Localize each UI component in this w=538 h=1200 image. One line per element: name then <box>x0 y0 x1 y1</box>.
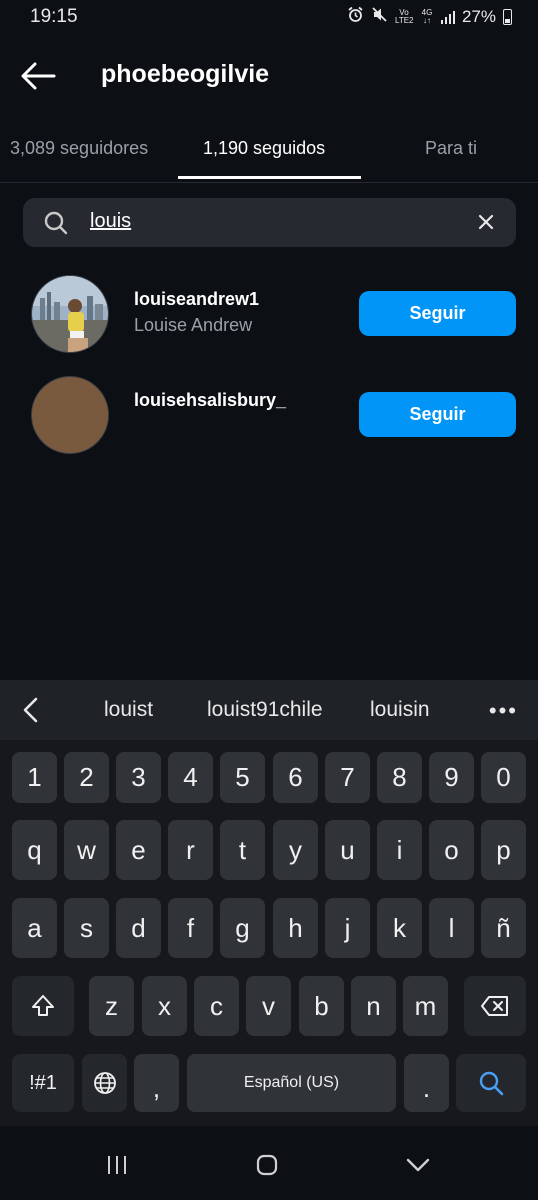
key[interactable]: u <box>325 820 370 880</box>
search-icon <box>44 211 68 235</box>
key[interactable]: g <box>220 898 265 958</box>
page-title: phoebeogilvie <box>101 60 270 88</box>
header: phoebeogilvie <box>0 48 538 104</box>
status-time: 19:15 <box>30 6 78 27</box>
list-item[interactable]: louisehsalisbury_ Seguir <box>0 376 538 460</box>
list-item[interactable]: louiseandrew1 Louise Andrew Seguir <box>0 275 538 359</box>
shift-key[interactable] <box>12 976 74 1036</box>
backspace-icon <box>481 996 508 1016</box>
key[interactable]: 6 <box>273 752 318 803</box>
back-button[interactable] <box>18 58 58 94</box>
key[interactable]: v <box>246 976 291 1036</box>
key[interactable]: s <box>64 898 109 958</box>
key[interactable]: 4 <box>168 752 213 803</box>
back-arrow-icon <box>21 62 56 90</box>
key[interactable]: 9 <box>429 752 474 803</box>
suggestion-word[interactable]: louist91chile <box>207 698 323 722</box>
tab-following[interactable]: 1,190 seguidos <box>203 138 325 159</box>
volte-icon: Vo LTE2 <box>394 8 414 25</box>
key[interactable]: h <box>273 898 318 958</box>
battery-icon <box>503 9 512 25</box>
search-icon <box>479 1071 504 1096</box>
status-bar: 19:15 Vo LTE2 4G ↓↑ 27% <box>0 0 538 36</box>
network-type: 4G ↓↑ <box>421 8 433 25</box>
key[interactable]: w <box>64 820 109 880</box>
globe-icon <box>93 1072 116 1094</box>
key[interactable]: 5 <box>220 752 265 803</box>
result-username[interactable]: louiseandrew1 <box>134 289 259 310</box>
shift-icon <box>32 995 54 1016</box>
key[interactable]: n <box>351 976 396 1036</box>
chevron-down-icon <box>406 1158 430 1172</box>
tab-followers[interactable]: 3,089 seguidores <box>10 138 148 159</box>
avatar[interactable] <box>31 275 109 353</box>
search-query[interactable]: louis <box>90 210 131 233</box>
key[interactable]: c <box>194 976 239 1036</box>
keyboard-suggestion-bar: louist louist91chile louisin ••• <box>0 680 538 740</box>
suggestion-word[interactable]: louist <box>104 698 153 722</box>
key[interactable]: b <box>299 976 344 1036</box>
key[interactable]: 3 <box>116 752 161 803</box>
home-button[interactable] <box>247 1152 287 1178</box>
keyboard: 1 2 3 4 5 6 7 8 9 0 q w e r t y u i o p … <box>0 740 538 1126</box>
back-nav-button[interactable] <box>398 1152 438 1178</box>
active-tab-indicator <box>178 176 361 179</box>
chevron-left-icon[interactable] <box>18 696 44 724</box>
symbols-key[interactable]: !#1 <box>12 1054 74 1112</box>
home-icon <box>256 1154 278 1176</box>
follow-button[interactable]: Seguir <box>359 392 516 437</box>
more-options-icon[interactable]: ••• <box>489 698 518 724</box>
avatar[interactable] <box>31 376 109 454</box>
key[interactable]: i <box>377 820 422 880</box>
battery-percent: 27% <box>461 7 496 26</box>
result-full-name: Louise Andrew <box>134 315 253 335</box>
backspace-key[interactable] <box>464 976 526 1036</box>
key[interactable]: p <box>481 820 526 880</box>
recent-apps-button[interactable] <box>97 1152 137 1178</box>
key[interactable]: m <box>403 976 448 1036</box>
status-icons: Vo LTE2 4G ↓↑ 27% <box>347 6 512 28</box>
key[interactable]: d <box>116 898 161 958</box>
period-key[interactable]: . <box>404 1054 449 1112</box>
key[interactable]: q <box>12 820 57 880</box>
tab-for-you[interactable]: Para ti <box>425 138 477 159</box>
key[interactable]: k <box>377 898 422 958</box>
key[interactable]: 2 <box>64 752 109 803</box>
signal-icon <box>440 10 455 24</box>
key[interactable]: ñ <box>481 898 526 958</box>
key[interactable]: l <box>429 898 474 958</box>
key[interactable]: 1 <box>12 752 57 803</box>
follow-button[interactable]: Seguir <box>359 291 516 336</box>
key[interactable]: x <box>142 976 187 1036</box>
system-nav-bar <box>0 1126 538 1200</box>
result-username[interactable]: louisehsalisbury_ <box>134 390 286 411</box>
key[interactable]: j <box>325 898 370 958</box>
key[interactable]: f <box>168 898 213 958</box>
mute-icon <box>371 6 388 28</box>
key[interactable]: a <box>12 898 57 958</box>
search-input[interactable]: louis <box>23 198 516 247</box>
space-key[interactable]: Español (US) <box>187 1054 396 1112</box>
search-key[interactable] <box>456 1054 526 1112</box>
key[interactable]: z <box>89 976 134 1036</box>
key[interactable]: 8 <box>377 752 422 803</box>
comma-key[interactable]: , <box>134 1054 179 1112</box>
key[interactable]: e <box>116 820 161 880</box>
suggestion-word[interactable]: louisin <box>370 698 430 722</box>
key[interactable]: 7 <box>325 752 370 803</box>
language-key[interactable] <box>82 1054 127 1112</box>
recent-apps-icon <box>108 1156 126 1174</box>
key[interactable]: t <box>220 820 265 880</box>
key[interactable]: y <box>273 820 318 880</box>
tabs: 3,089 seguidores 1,190 seguidos Para ti <box>0 120 538 183</box>
key[interactable]: r <box>168 820 213 880</box>
alarm-icon <box>347 6 364 28</box>
close-icon[interactable] <box>476 212 496 232</box>
key[interactable]: o <box>429 820 474 880</box>
key[interactable]: 0 <box>481 752 526 803</box>
